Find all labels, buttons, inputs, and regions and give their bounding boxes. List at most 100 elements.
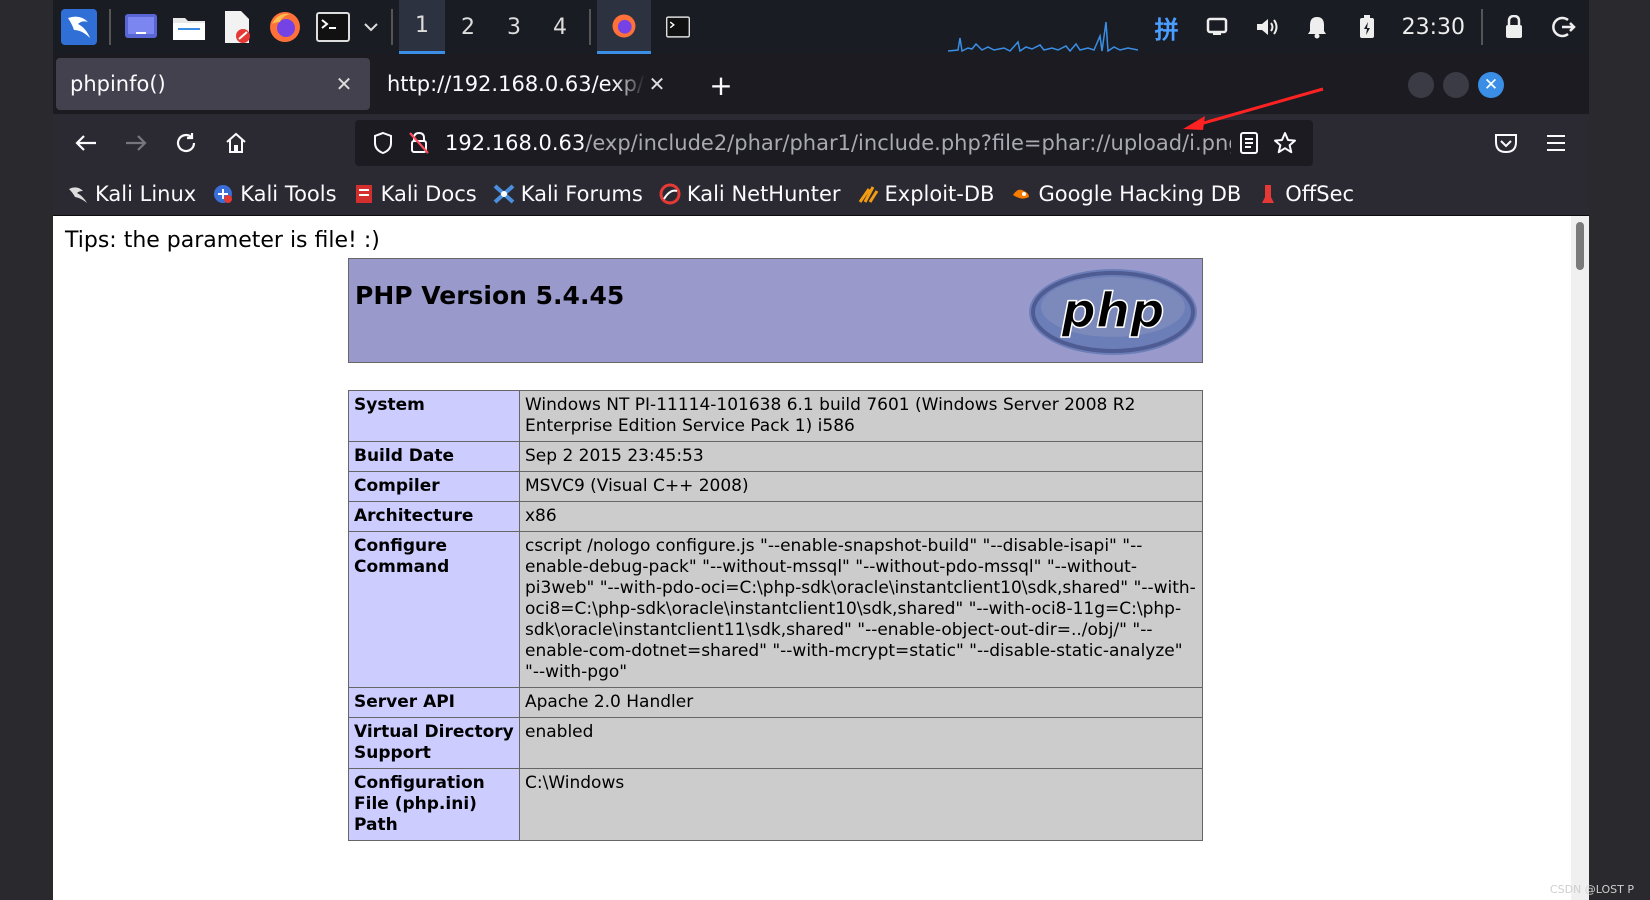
php-version-header: PHP Version 5.4.45 php bbox=[348, 258, 1203, 363]
lock-icon[interactable] bbox=[1494, 0, 1534, 54]
row-value: enabled bbox=[519, 717, 1203, 769]
bookmarks-toolbar: Kali Linux Kali Tools Kali Docs Kali For… bbox=[53, 172, 1589, 216]
text-editor-icon[interactable] bbox=[217, 7, 257, 47]
notification-bell-icon[interactable] bbox=[1297, 0, 1337, 54]
bookmark-kali-nethunter[interactable]: Kali NetHunter bbox=[659, 182, 841, 206]
window-close-button[interactable]: ✕ bbox=[1478, 72, 1504, 98]
tips-text: Tips: the parameter is file! :) bbox=[65, 228, 380, 253]
annotation-arrow bbox=[1183, 87, 1324, 130]
row-value: C:\Windows bbox=[519, 768, 1203, 841]
bookmark-label: Kali Docs bbox=[380, 181, 477, 206]
forward-button[interactable] bbox=[111, 118, 161, 168]
row-key: Compiler bbox=[348, 471, 520, 502]
offsec-icon bbox=[1257, 183, 1279, 205]
bookmark-kali-forums[interactable]: Kali Forums bbox=[493, 182, 643, 206]
php-logo[interactable]: php bbox=[1027, 267, 1199, 357]
taskbar-firefox-window[interactable] bbox=[597, 0, 651, 54]
browser-tab-bar: phpinfo() ✕ http://192.168.0.63/exp/incl… bbox=[53, 54, 1589, 114]
kali-dragon-icon bbox=[67, 183, 89, 205]
scrollbar-thumb[interactable] bbox=[1576, 222, 1584, 270]
clock[interactable]: 23:30 bbox=[1402, 15, 1465, 40]
bookmark-label: OffSec bbox=[1285, 181, 1355, 206]
bookmark-label: Kali Linux bbox=[95, 181, 197, 206]
tab-title: phpinfo() bbox=[70, 72, 166, 96]
table-row: System Windows NT PI-11114-101638 6.1 bui… bbox=[348, 390, 1203, 442]
bookmark-exploit-db[interactable]: Exploit-DB bbox=[857, 182, 994, 206]
table-row: Architecture x86 bbox=[348, 501, 1203, 532]
row-key: Configuration File (php.ini) Path bbox=[348, 768, 520, 841]
hamburger-menu-icon[interactable] bbox=[1531, 118, 1581, 168]
workspace-3[interactable]: 3 bbox=[491, 0, 537, 54]
bookmark-label: Kali Tools bbox=[240, 181, 337, 206]
back-button[interactable] bbox=[61, 118, 111, 168]
nethunter-icon bbox=[659, 183, 681, 205]
kali-tools-icon bbox=[212, 183, 234, 205]
bookmark-kali-linux[interactable]: Kali Linux bbox=[67, 182, 196, 206]
row-key: Build Date bbox=[348, 441, 520, 472]
terminal-icon[interactable] bbox=[313, 7, 353, 47]
exploit-db-icon bbox=[857, 183, 879, 205]
tab-phpinfo[interactable]: phpinfo() ✕ bbox=[56, 58, 370, 110]
show-desktop-icon[interactable] bbox=[121, 7, 161, 47]
tab-include-url[interactable]: http://192.168.0.63/exp/inclu ✕ bbox=[373, 58, 683, 110]
row-key: Configure Command bbox=[348, 531, 520, 688]
taskbar-separator bbox=[391, 9, 393, 45]
tab-title: http://192.168.0.63/exp/inclu bbox=[387, 72, 645, 96]
table-row: Configure Command cscript /nologo configu… bbox=[348, 531, 1203, 688]
url-bar[interactable]: 192.168.0.63/exp/include2/phar/phar1/inc… bbox=[355, 120, 1313, 166]
chevron-down-icon[interactable] bbox=[361, 7, 381, 47]
shield-icon[interactable] bbox=[365, 125, 401, 161]
file-manager-icon[interactable] bbox=[169, 7, 209, 47]
display-icon[interactable] bbox=[1197, 0, 1237, 54]
row-key: System bbox=[348, 390, 520, 442]
row-value: Windows NT PI-11114-101638 6.1 build 760… bbox=[519, 390, 1203, 442]
taskbar-separator bbox=[589, 9, 591, 45]
desktop-screen: 1 2 3 4 拼 23:30 phpinfo() ✕ http://192.1… bbox=[53, 0, 1589, 900]
screenshot-frame: 1 2 3 4 拼 23:30 phpinfo() ✕ http://192.1… bbox=[0, 0, 1650, 900]
battery-charging-icon[interactable] bbox=[1347, 0, 1387, 54]
close-icon[interactable]: ✕ bbox=[332, 72, 356, 96]
row-value: MSVC9 (Visual C++ 2008) bbox=[519, 471, 1203, 502]
logout-icon[interactable] bbox=[1544, 0, 1584, 54]
kali-forums-icon bbox=[493, 183, 515, 205]
watermark: CSDN @LOST P bbox=[1549, 883, 1634, 896]
php-logo-text: php bbox=[1061, 283, 1165, 339]
workspace-4[interactable]: 4 bbox=[537, 0, 583, 54]
maximize-button[interactable] bbox=[1443, 72, 1469, 98]
table-row: Virtual Directory Support enabled bbox=[348, 717, 1203, 769]
table-row: Build Date Sep 2 2015 23:45:53 bbox=[348, 441, 1203, 472]
kali-menu-icon[interactable] bbox=[59, 7, 99, 47]
page-content: Tips: the parameter is file! :) PHP Vers… bbox=[53, 216, 1589, 900]
workspace-2[interactable]: 2 bbox=[445, 0, 491, 54]
taskbar-terminal-window[interactable] bbox=[651, 0, 705, 54]
insecure-lock-icon[interactable] bbox=[401, 125, 437, 161]
minimize-button[interactable] bbox=[1408, 72, 1434, 98]
bookmark-label: Kali NetHunter bbox=[686, 181, 841, 206]
url-host: 192.168.0.63 bbox=[445, 131, 586, 155]
url-text[interactable]: 192.168.0.63/exp/include2/phar/phar1/inc… bbox=[445, 131, 1231, 155]
pocket-icon[interactable] bbox=[1481, 118, 1531, 168]
bookmark-kali-tools[interactable]: Kali Tools bbox=[212, 181, 337, 206]
table-row: Compiler MSVC9 (Visual C++ 2008) bbox=[348, 471, 1203, 502]
vertical-scrollbar[interactable] bbox=[1571, 216, 1589, 900]
kali-docs-icon bbox=[353, 183, 375, 205]
input-method-icon[interactable]: 拼 bbox=[1147, 0, 1187, 54]
bookmark-kali-docs[interactable]: Kali Docs bbox=[353, 182, 477, 206]
bookmark-label: Google Hacking DB bbox=[1038, 181, 1242, 206]
volume-icon[interactable] bbox=[1247, 0, 1287, 54]
home-button[interactable] bbox=[211, 118, 261, 168]
firefox-icon[interactable] bbox=[265, 7, 305, 47]
bookmark-label: Kali Forums bbox=[520, 181, 643, 206]
taskbar: 1 2 3 4 拼 23:30 bbox=[53, 0, 1589, 54]
reload-button[interactable] bbox=[161, 118, 211, 168]
row-value: Apache 2.0 Handler bbox=[519, 687, 1203, 718]
table-row: Server API Apache 2.0 Handler bbox=[348, 687, 1203, 718]
bookmark-offsec[interactable]: OffSec bbox=[1257, 182, 1354, 206]
nav-right-tools bbox=[1481, 114, 1589, 172]
close-icon[interactable]: ✕ bbox=[645, 72, 669, 96]
bookmark-google-hacking-db[interactable]: Google Hacking DB bbox=[1010, 182, 1241, 206]
new-tab-button[interactable]: + bbox=[706, 69, 736, 102]
row-value: Sep 2 2015 23:45:53 bbox=[519, 441, 1203, 472]
row-key: Architecture bbox=[348, 501, 520, 532]
workspace-1[interactable]: 1 bbox=[399, 0, 445, 54]
